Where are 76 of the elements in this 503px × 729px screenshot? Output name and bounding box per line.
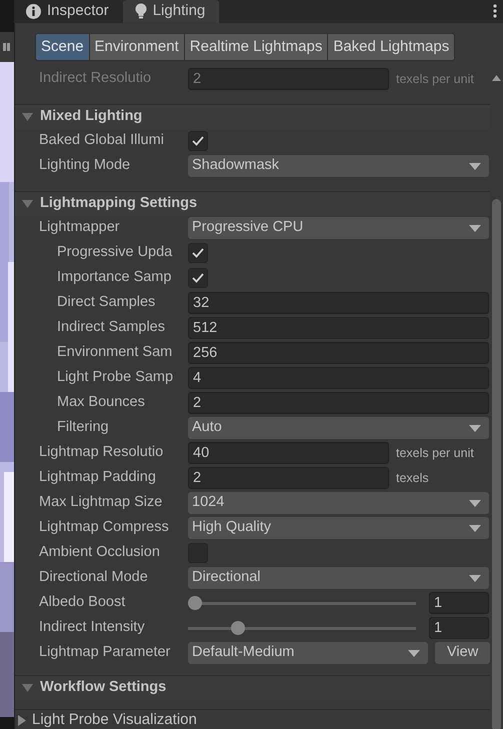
field-label: Indirect Samples [56,318,166,338]
light-bulb-icon [134,3,147,20]
input-field[interactable]: 512 [188,317,489,339]
scrollbar-thumb[interactable] [492,198,501,729]
input-field[interactable]: 1 [429,592,489,614]
input-field[interactable]: 1 [429,617,489,639]
input-field[interactable]: 4 [188,367,489,389]
dropdown[interactable]: Directional [188,567,489,589]
expand-arrow-icon [18,714,26,726]
input-field[interactable]: 40 [188,442,389,464]
checkbox[interactable] [188,243,208,263]
dropdown[interactable]: Shadowmask [188,155,489,177]
info-icon [26,4,41,19]
section-header[interactable]: Mixed Lighting [15,104,490,128]
field-label: Importance Samp [56,268,172,288]
dropdown[interactable]: 1024 [188,492,489,514]
dropdown[interactable]: Auto [188,417,489,439]
dropdown[interactable]: Progressive CPU [188,217,489,239]
caret-icon [408,650,420,656]
toolbar-icon[interactable] [3,42,11,52]
input-field[interactable]: 2 [188,467,389,489]
field-label: Light Probe Samp [56,368,174,388]
toolbar-tab[interactable]: Baked Lightmaps [328,32,456,60]
field-label: Directional Mode [38,568,149,588]
field-label: Progressive Upda [56,243,174,262]
field-label: Indirect Intensity [38,618,146,638]
input-field[interactable]: 2 [188,392,489,414]
field-label: Lightmap Compress [38,518,170,538]
field-label: Max Lightmap Size [38,493,164,512]
field-label: Lightmap Resolutio [38,443,164,462]
slider-thumb[interactable] [188,596,202,610]
checkbox[interactable] [188,131,208,151]
input-field[interactable]: 32 [188,292,489,314]
caret-icon [469,574,481,582]
toolbar-tab[interactable]: Realtime Lightmaps [184,32,328,60]
view-button[interactable]: View [435,642,490,664]
caret-icon [469,224,481,232]
unit-label: texels per unit [396,70,474,88]
field-label: Lightmap Parameter [38,643,172,662]
section-header[interactable]: Lightmapping Settings [15,190,490,216]
dropdown[interactable]: Default-Medium [188,642,428,664]
field-label: Environment Sam [56,343,174,362]
caret-icon [469,162,481,170]
checkbox[interactable] [188,268,208,288]
collapse-arrow-icon [22,684,33,692]
scroll-up-arrow-icon[interactable] [492,74,501,80]
field-label: Ambient Occlusion [38,543,161,562]
field-label: Indirect Resolutio [38,69,152,88]
foldout[interactable]: Light Probe Visualization [15,708,490,729]
field-label: Albedo Boost [38,593,126,612]
caret-icon [469,524,481,532]
field-label: Max Bounces [56,393,146,412]
unit-label: texels [396,470,429,487]
panel-tab[interactable]: Inspector [14,0,123,22]
field-label: Lightmap Padding [38,468,157,488]
field-label: Filtering [56,418,110,438]
section-header[interactable]: Workflow Settings [15,674,490,700]
unit-label: texels per unit [396,444,474,462]
slider-thumb[interactable] [230,621,245,635]
caret-icon [469,500,481,506]
check-icon [192,136,204,146]
kebab-menu-icon[interactable] [493,4,497,18]
field-label: Direct Samples [56,293,156,312]
input-field[interactable]: 256 [188,342,489,364]
panel-tab[interactable]: Lighting [122,0,220,22]
toolbar-tab[interactable]: Environment [90,32,185,60]
field-label: Lighting Mode [38,156,132,176]
caret-icon [469,424,481,432]
collapse-arrow-icon [22,200,33,208]
dropdown[interactable]: High Quality [188,517,489,539]
field-label: Baked Global Illumi [38,131,165,150]
field-label: Lightmapper [38,218,121,238]
toolbar-tab[interactable]: Scene [35,32,90,60]
collapse-arrow-icon [22,112,33,120]
check-icon [192,273,204,283]
check-icon [192,248,204,258]
